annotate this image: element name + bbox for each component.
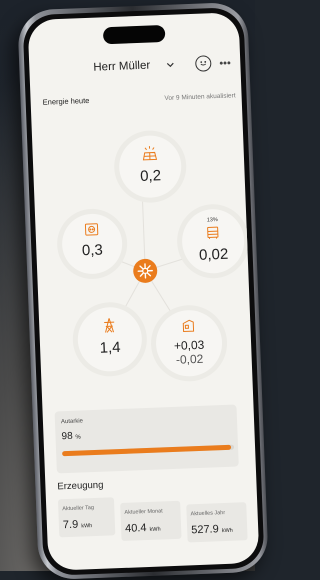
- stat-value: 40.4: [125, 522, 147, 535]
- erzeugung-title: Erzeugung: [57, 480, 103, 493]
- sun-hub-icon: [133, 258, 158, 283]
- power-pylon-icon: [103, 317, 116, 333]
- building-icon: [182, 319, 194, 332]
- stat-value-line: 527.9kWh: [191, 523, 233, 537]
- autarkie-value-line: 98 %: [61, 430, 81, 442]
- stat-label: Aktuelles Jahr: [190, 510, 225, 517]
- stat-year[interactable]: Aktuelles Jahr 527.9kWh: [186, 502, 247, 542]
- solar-panel-icon: [141, 145, 158, 162]
- stat-value: 527.9: [191, 523, 219, 536]
- house-value: 0,3: [62, 241, 123, 260]
- feed-value-out: -0,02: [156, 351, 222, 368]
- stat-value-line: 7.9kWh: [63, 518, 93, 531]
- stat-unit: kWh: [149, 527, 160, 533]
- autarkie-card[interactable]: Autarkie 98 %: [55, 404, 239, 473]
- battery-cabinet-icon: [207, 226, 219, 239]
- autarkie-label: Autarkie: [61, 418, 83, 425]
- autarkie-value: 98: [61, 431, 73, 442]
- phone-screen: Herr Müller ••• Energie heute Vor 9 Minu…: [28, 12, 260, 571]
- grid-value: 1,4: [78, 338, 143, 357]
- stat-value: 7.9: [63, 519, 79, 532]
- autarkie-unit: %: [75, 434, 81, 440]
- stat-value-line: 40.4kWh: [125, 522, 161, 535]
- stat-label: Aktueller Tag: [62, 505, 94, 512]
- battery-percent: 13%: [181, 216, 243, 224]
- battery-value: 0,02: [182, 245, 245, 264]
- stat-month[interactable]: Aktueller Monat 40.4kWh: [120, 501, 181, 541]
- sun-hub-glyph: [133, 258, 158, 283]
- autarkie-progress-track: [62, 445, 234, 457]
- autarkie-progress-fill: [62, 445, 231, 456]
- house-outlet-icon: [84, 223, 98, 237]
- stat-unit: kWh: [81, 523, 92, 529]
- solar-value: 0,2: [119, 166, 182, 185]
- flow-lines: [28, 12, 260, 400]
- phone: Herr Müller ••• Energie heute Vor 9 Minu…: [17, 2, 269, 580]
- stat-day[interactable]: Aktueller Tag 7.9kWh: [58, 497, 115, 537]
- stat-label: Aktueller Monat: [124, 508, 162, 515]
- stat-unit: kWh: [222, 528, 233, 534]
